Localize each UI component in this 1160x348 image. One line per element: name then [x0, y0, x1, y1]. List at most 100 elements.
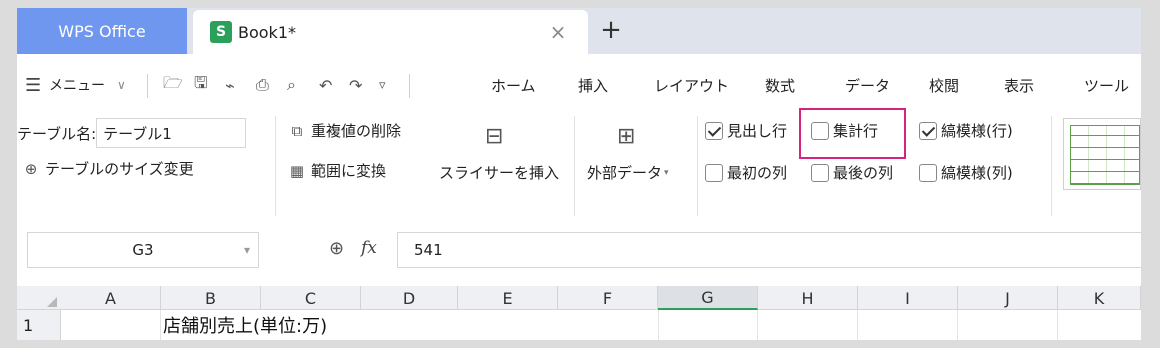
add-tab-icon[interactable]: + [597, 16, 625, 44]
cell-h1[interactable] [758, 310, 858, 340]
formula-bar: G3 ▾ ⊕ fx 541 [17, 230, 1141, 270]
select-all-corner[interactable] [17, 286, 61, 310]
zoom-icon[interactable]: ⊕ [329, 238, 344, 259]
insert-slicer-button[interactable]: スライサーを挿入 [439, 162, 559, 183]
column-headers: A B C D E F G H I J K [17, 286, 1141, 310]
tab-wps-office[interactable]: WPS Office [17, 8, 187, 54]
column-header-e[interactable]: E [458, 286, 558, 310]
checkbox-header-row[interactable]: 見出し行 [705, 120, 787, 141]
checkbox-first-column[interactable]: 最初の列 [705, 162, 787, 183]
table-name-group: テーブル名: テーブル1 [17, 118, 247, 148]
cell-b1[interactable]: 店舗別売上(単位:万) [163, 310, 327, 340]
print-preview-icon[interactable]: ⌕ [287, 64, 296, 106]
checkbox-first-column-label: 最初の列 [727, 164, 788, 182]
row-header-1[interactable]: 1 [17, 310, 61, 340]
column-header-b[interactable]: B [161, 286, 261, 310]
column-header-i[interactable]: I [858, 286, 958, 310]
menu-data[interactable]: データ [845, 64, 890, 106]
menu-dropdown[interactable]: メニュー [49, 64, 105, 106]
table-style-gallery[interactable] [1063, 118, 1141, 190]
menu-tools[interactable]: ツール [1084, 64, 1129, 106]
hamburger-icon[interactable]: ☰ [25, 64, 41, 106]
cell-g1[interactable] [658, 310, 758, 340]
convert-to-range-button[interactable]: ▦ 範囲に変換 [287, 160, 386, 181]
formula-input[interactable]: 541 [397, 232, 1141, 268]
menu-insert[interactable]: 挿入 [578, 64, 608, 106]
slicer-icon: ⊟ [485, 124, 504, 149]
checkbox-last-column-label: 最後の列 [833, 164, 894, 182]
checkbox-banded-rows[interactable]: 縞模様(行) [919, 120, 1013, 141]
external-data-button[interactable]: 外部データ ▾ [587, 162, 669, 183]
menu-home[interactable]: ホーム [491, 64, 536, 106]
spreadsheet-icon: S [210, 21, 232, 43]
cell-i1[interactable] [858, 310, 958, 340]
menu-bar: ☰ メニュー ∨ 🗁 🖫 ⌁ ⎙ ⌕ ↶ ↷ ▿ ホーム 挿入 レイアウト 数式… [17, 64, 1141, 106]
chevron-down-icon: ▾ [664, 167, 669, 178]
customize-toolbar-icon[interactable]: ▿ [379, 64, 386, 106]
checkbox-first-column-box[interactable] [705, 163, 723, 182]
undo-icon[interactable]: ↶ [319, 64, 332, 106]
convert-range-icon: ▦ [289, 161, 305, 180]
menu-formulas[interactable]: 数式 [765, 64, 795, 106]
name-box[interactable]: G3 ▾ [27, 232, 259, 268]
table-name-label: テーブル名: [17, 124, 97, 143]
remove-duplicates-label: 重複値の削除 [311, 122, 402, 140]
close-icon[interactable]: × [546, 20, 570, 44]
tab-book1-label: Book1* [238, 22, 296, 42]
external-data-icon: ⊞ [617, 124, 636, 149]
column-header-j[interactable]: J [958, 286, 1058, 310]
divider [275, 116, 276, 216]
divider [697, 116, 698, 216]
checkbox-banded-columns-box[interactable] [919, 163, 937, 182]
divider [409, 74, 410, 98]
menu-layout[interactable]: レイアウト [654, 64, 729, 106]
divider [1051, 116, 1052, 216]
table-name-input[interactable]: テーブル1 [96, 118, 247, 148]
name-box-value: G3 [132, 241, 154, 259]
column-header-g[interactable]: G [658, 286, 758, 310]
resize-table-label: テーブルのサイズ変更 [45, 160, 194, 178]
cell-j1[interactable] [958, 310, 1058, 340]
checkbox-banded-rows-label: 縞模様(行) [941, 122, 1013, 140]
checkbox-last-column-box[interactable] [811, 163, 829, 182]
remove-duplicates-icon: ⧉ [291, 121, 303, 140]
external-data-label: 外部データ [587, 164, 663, 182]
checkbox-header-row-label: 見出し行 [727, 122, 788, 140]
divider [574, 116, 575, 216]
remove-duplicates-button[interactable]: ⧉ 重複値の削除 [287, 120, 401, 141]
divider [147, 74, 148, 98]
checkbox-banded-columns[interactable]: 縞模様(列) [919, 162, 1013, 183]
column-header-k[interactable]: K [1058, 286, 1141, 310]
column-header-d[interactable]: D [361, 286, 458, 310]
chevron-down-icon[interactable]: ▾ [244, 243, 250, 257]
menu-review[interactable]: 校閲 [929, 64, 959, 106]
open-folder-icon[interactable]: 🗁 [163, 64, 183, 106]
cell-a1[interactable] [61, 310, 161, 340]
chevron-down-icon[interactable]: ∨ [117, 64, 126, 106]
redo-icon[interactable]: ↷ [349, 64, 362, 106]
checkbox-banded-columns-label: 縞模様(列) [941, 164, 1013, 182]
menu-view[interactable]: 表示 [1004, 64, 1034, 106]
resize-icon: ⊕ [24, 159, 38, 178]
table-row: 1 店舗別売上(単位:万) [17, 310, 1141, 340]
fx-icon[interactable]: fx [361, 238, 377, 258]
column-header-c[interactable]: C [261, 286, 361, 310]
column-header-h[interactable]: H [758, 286, 858, 310]
app-window: WPS Office S Book1* × + ☰ メニュー ∨ 🗁 🖫 ⌁ ⎙… [17, 8, 1141, 340]
checkbox-header-row-box[interactable] [705, 121, 723, 140]
column-header-a[interactable]: A [61, 286, 161, 310]
tab-book1[interactable]: S Book1* × [193, 10, 588, 54]
save-icon[interactable]: 🖫 [194, 64, 208, 106]
tab-bar: WPS Office S Book1* × + [17, 8, 1141, 54]
print-icon[interactable]: ⎙ [256, 64, 269, 106]
format-painter-icon[interactable]: ⌁ [225, 64, 235, 106]
convert-to-range-label: 範囲に変換 [311, 162, 387, 180]
ribbon: テーブル名: テーブル1 ⊕ テーブルのサイズ変更 ⧉ 重複値の削除 ▦ 範囲に… [17, 108, 1141, 218]
resize-table-button[interactable]: ⊕ テーブルのサイズ変更 [21, 158, 194, 179]
spreadsheet-grid: A B C D E F G H I J K 1 店舗別売上(単位:万) [17, 286, 1141, 340]
checkbox-last-column[interactable]: 最後の列 [811, 162, 893, 183]
table-style-preview [1070, 125, 1140, 185]
total-row-highlight [799, 108, 906, 159]
column-header-f[interactable]: F [558, 286, 658, 310]
checkbox-banded-rows-box[interactable] [919, 121, 937, 140]
